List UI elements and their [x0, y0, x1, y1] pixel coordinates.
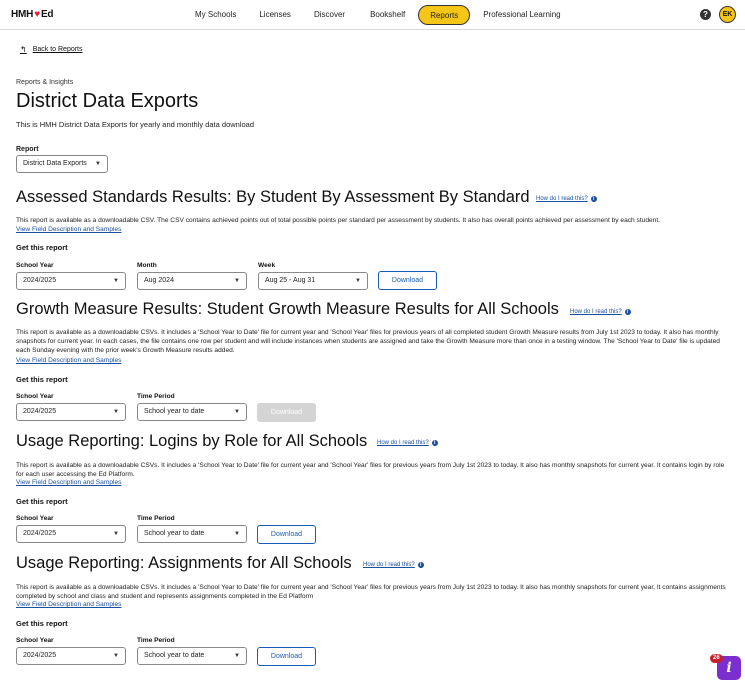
get-report-heading: Get this report — [16, 243, 68, 252]
download-button[interactable]: Download — [257, 647, 316, 666]
section-description: This report is available as a downloadab… — [16, 584, 726, 600]
info-icon: i — [624, 309, 631, 315]
school-year-value: 2024/2025 — [23, 277, 57, 284]
top-nav: HMH ♥ Ed My Schools Licenses Discover Bo… — [0, 0, 745, 30]
get-report-heading: Get this report — [16, 497, 68, 506]
chevron-down-icon: ▼ — [234, 653, 240, 659]
view-field-description-link[interactable]: View Field Description and Samples — [16, 226, 121, 233]
school-year-select[interactable]: 2024/2025 ▼ — [16, 403, 126, 421]
avatar[interactable]: EK — [719, 6, 736, 23]
time-period-label: Time Period — [137, 515, 175, 522]
view-field-description-link[interactable]: View Field Description and Samples — [16, 357, 121, 364]
report-select-label: Report — [16, 146, 39, 153]
how-to-read-link[interactable]: How do I read this? i — [377, 440, 438, 446]
breadcrumb: Reports & Insights — [16, 79, 74, 86]
nav-my-schools[interactable]: My Schools — [185, 5, 246, 25]
how-to-read-link[interactable]: How do I read this? i — [536, 196, 597, 202]
chevron-down-icon: ▼ — [234, 409, 240, 415]
page-subtitle: This is HMH District Data Exports for ye… — [16, 120, 255, 129]
chevron-down-icon: ▼ — [234, 278, 240, 284]
school-year-select[interactable]: 2024/2025 ▼ — [16, 525, 126, 543]
back-arrow-icon: ↰ — [20, 45, 27, 54]
school-year-label: School Year — [16, 393, 54, 400]
week-select[interactable]: Aug 25 - Aug 31 ▼ — [258, 272, 368, 290]
report-select[interactable]: District Data Exports ▼ — [16, 155, 108, 173]
view-field-description-link[interactable]: View Field Description and Samples — [16, 601, 121, 608]
school-year-select[interactable]: 2024/2025 ▼ — [16, 272, 126, 290]
chevron-down-icon: ▼ — [355, 278, 361, 284]
month-label: Month — [137, 262, 157, 269]
notification-count-badge: 26 — [710, 654, 723, 663]
time-period-value: School year to date — [144, 408, 205, 415]
info-icon: i — [417, 562, 424, 568]
time-period-select[interactable]: School year to date ▼ — [137, 647, 247, 665]
info-icon: i — [590, 196, 597, 202]
section-title-assessed-standards: Assessed Standards Results: By Student B… — [16, 188, 530, 206]
time-period-select[interactable]: School year to date ▼ — [137, 525, 247, 543]
chevron-down-icon: ▼ — [95, 161, 101, 167]
section-description: This report is available as a downloadab… — [16, 217, 660, 224]
section-description: This report is available as a downloadab… — [16, 329, 720, 354]
how-to-read-label: How do I read this? — [377, 440, 429, 446]
back-link-label: Back to Reports — [32, 46, 83, 53]
chevron-down-icon: ▼ — [113, 653, 119, 659]
download-button[interactable]: Download — [257, 525, 316, 544]
how-to-read-link[interactable]: How do I read this? i — [570, 309, 631, 315]
school-year-select[interactable]: 2024/2025 ▼ — [16, 647, 126, 665]
section-title-assignments: Usage Reporting: Assignments for All Sch… — [16, 554, 352, 572]
page-title: District Data Exports — [16, 90, 199, 112]
back-to-reports-link[interactable]: ↰ Back to Reports — [20, 45, 83, 54]
nav-professional-learning[interactable]: Professional Learning — [473, 5, 570, 25]
chevron-down-icon: ▼ — [234, 531, 240, 537]
month-select[interactable]: Aug 2024 ▼ — [137, 272, 247, 290]
hmh-ed-logo[interactable]: HMH ♥ Ed — [11, 9, 54, 20]
nav-bookshelf[interactable]: Bookshelf — [360, 5, 415, 25]
section-description: This report is available as a downloadab… — [16, 462, 725, 478]
school-year-value: 2024/2025 — [23, 530, 57, 537]
brand-product: Ed — [40, 9, 54, 20]
nav-reports[interactable]: Reports — [418, 5, 471, 25]
section-title-logins-by-role: Usage Reporting: Logins by Role for All … — [16, 432, 368, 450]
how-to-read-link[interactable]: How do I read this? i — [363, 562, 424, 568]
month-value: Aug 2024 — [144, 277, 174, 284]
time-period-value: School year to date — [144, 530, 205, 537]
nav-licenses[interactable]: Licenses — [249, 5, 301, 25]
how-to-read-label: How do I read this? — [363, 562, 415, 568]
download-button-disabled[interactable]: Download — [257, 403, 316, 422]
chevron-down-icon: ▼ — [113, 409, 119, 415]
week-label: Week — [258, 262, 276, 269]
how-to-read-label: How do I read this? — [536, 196, 588, 202]
school-year-value: 2024/2025 — [23, 408, 57, 415]
nav-discover[interactable]: Discover — [304, 5, 355, 25]
school-year-value: 2024/2025 — [23, 652, 57, 659]
time-period-label: Time Period — [137, 393, 175, 400]
how-to-read-label: How do I read this? — [570, 309, 622, 315]
time-period-label: Time Period — [137, 637, 175, 644]
heart-icon: ♥ — [34, 9, 40, 20]
time-period-value: School year to date — [144, 652, 205, 659]
school-year-label: School Year — [16, 515, 54, 522]
info-icon: i — [431, 440, 438, 446]
chevron-down-icon: ▼ — [113, 278, 119, 284]
view-field-description-link[interactable]: View Field Description and Samples — [16, 479, 121, 486]
chevron-down-icon: ▼ — [113, 531, 119, 537]
brand-name: HMH — [11, 9, 34, 20]
section-title-growth-measure: Growth Measure Results: Student Growth M… — [16, 300, 559, 318]
get-report-heading: Get this report — [16, 375, 68, 384]
report-select-value: District Data Exports — [23, 160, 87, 167]
nav-links: My Schools Licenses Discover Bookshelf R… — [185, 4, 571, 26]
school-year-label: School Year — [16, 637, 54, 644]
school-year-label: School Year — [16, 262, 54, 269]
get-report-heading: Get this report — [16, 619, 68, 628]
help-icon[interactable]: ? — [700, 9, 711, 20]
week-value: Aug 25 - Aug 31 — [265, 277, 316, 284]
time-period-select[interactable]: School year to date ▼ — [137, 403, 247, 421]
download-button[interactable]: Download — [378, 271, 437, 290]
